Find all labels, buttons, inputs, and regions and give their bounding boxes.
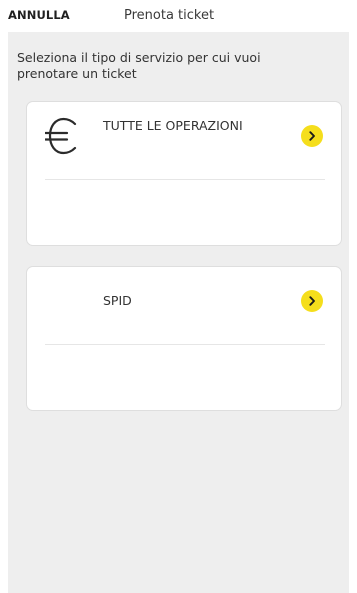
top-bar: ANNULLA Prenota ticket <box>0 0 357 32</box>
card-divider <box>45 344 325 345</box>
chevron-right-icon[interactable] <box>301 290 323 312</box>
intro-text: Seleziona il tipo di servizio per cui vu… <box>17 50 261 81</box>
cancel-button[interactable]: ANNULLA <box>8 8 70 22</box>
service-card-all-operations[interactable]: TUTTE LE OPERAZIONI <box>26 101 342 246</box>
service-label: SPID <box>103 293 132 308</box>
card-divider <box>45 179 325 180</box>
service-label: TUTTE LE OPERAZIONI <box>103 118 243 133</box>
page-title: Prenota ticket <box>124 8 215 23</box>
euro-icon <box>44 117 79 155</box>
service-card-spid[interactable]: SPID <box>26 266 342 411</box>
chevron-right-icon[interactable] <box>301 125 323 147</box>
